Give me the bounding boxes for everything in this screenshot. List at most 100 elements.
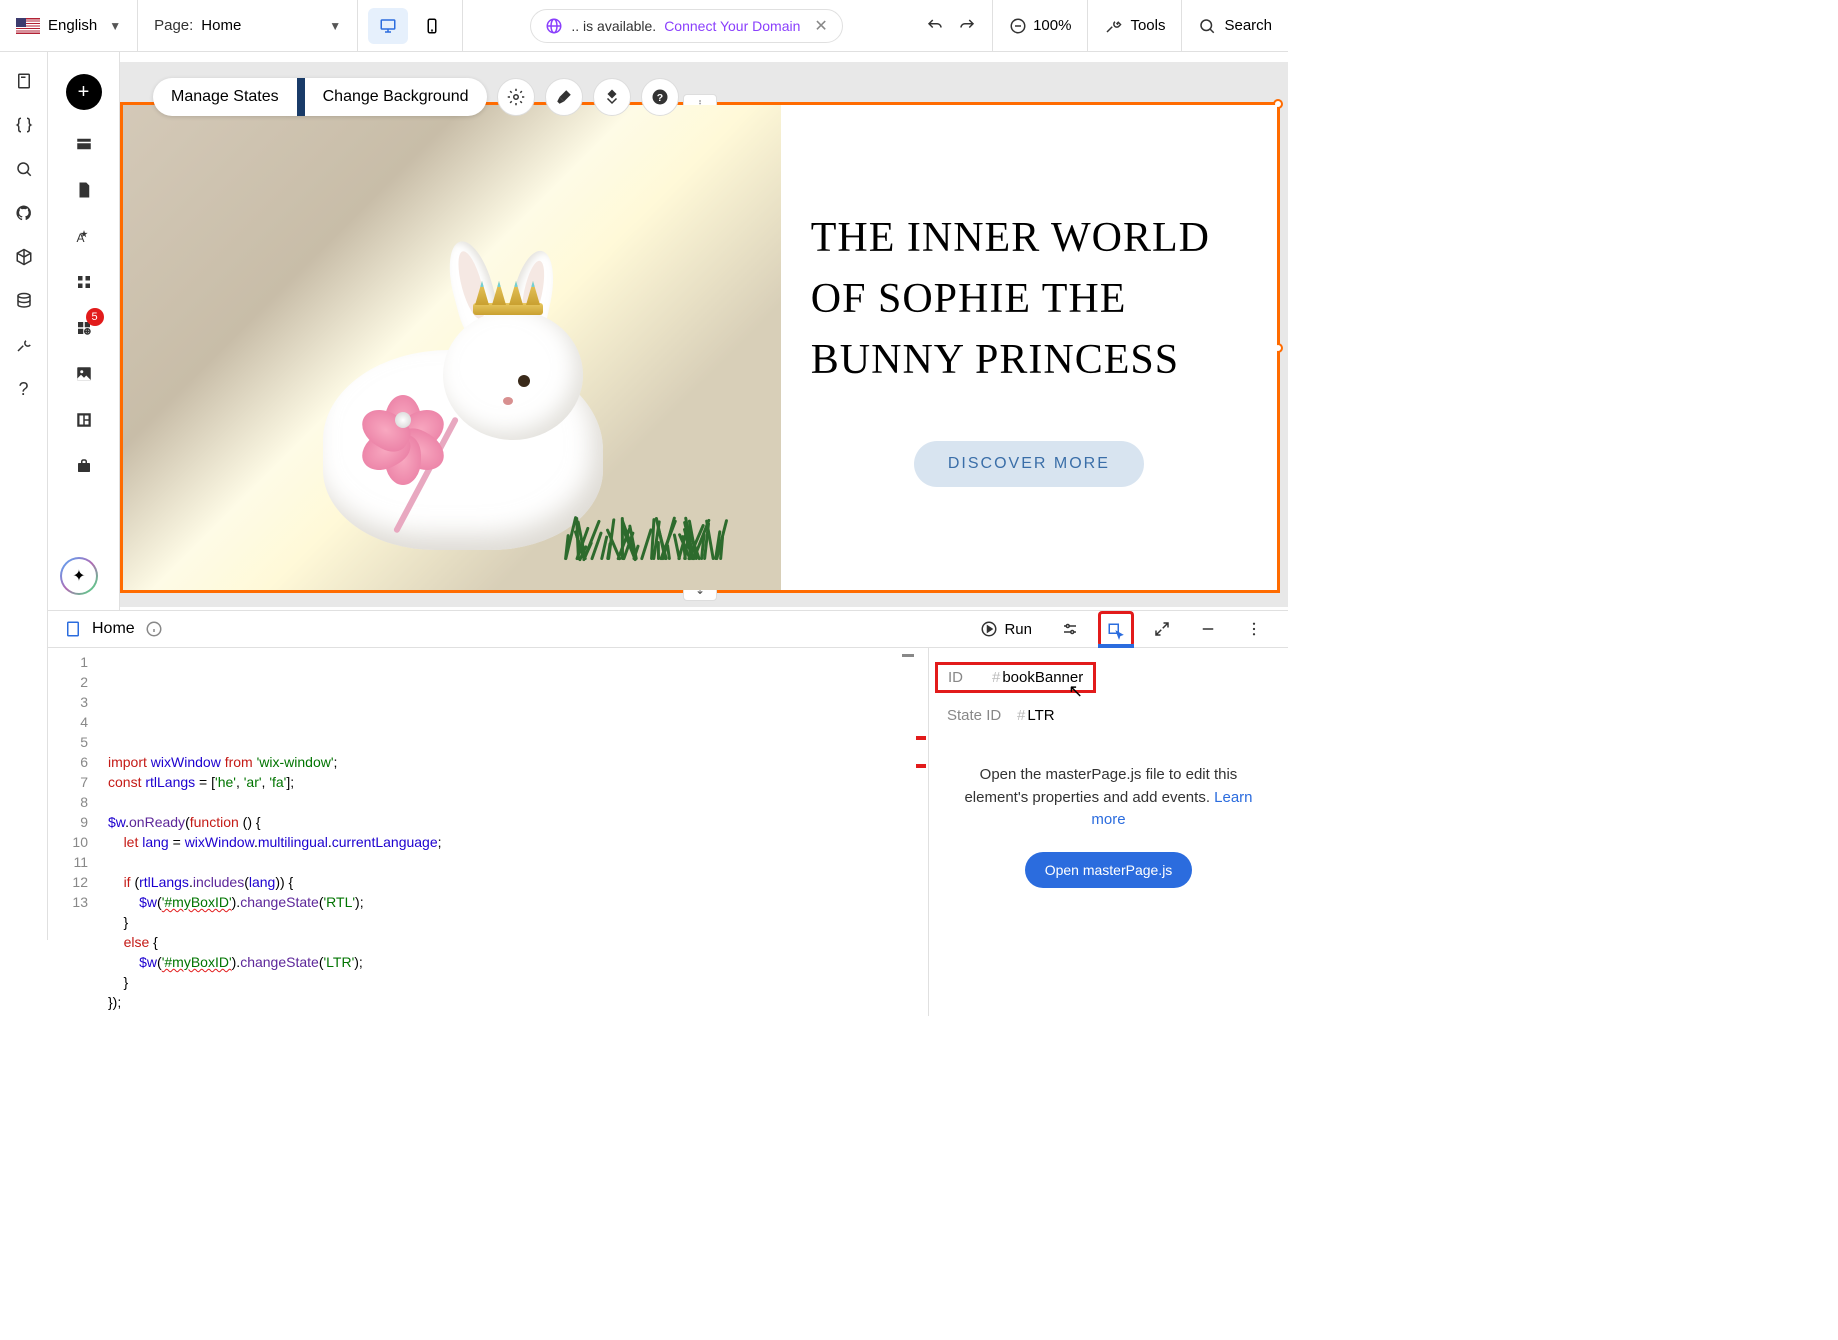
svg-text:?: ? [656,92,662,104]
states-pill-group: Manage States Change Background [153,78,487,116]
code-editor[interactable]: 12345678910111213 import wixWindow from … [48,648,928,1016]
code-content[interactable]: import wixWindow from 'wix-window';const… [98,648,928,1016]
plugins-icon[interactable]: 5 [72,316,96,340]
apps-icon[interactable] [72,270,96,294]
dev-rail: ? [0,52,48,940]
search-label: Search [1224,17,1272,34]
editor-canvas: Manage States Change Background ? ⇣ ⇣ TH… [120,62,1288,607]
globe-icon [545,17,563,35]
brush-icon [555,88,573,106]
properties-message: Open the masterPage.js file to edit this… [947,764,1270,832]
database-icon[interactable] [13,290,35,312]
zoom-out-icon [1009,17,1027,35]
business-icon[interactable] [72,454,96,478]
close-icon[interactable]: ✕ [814,16,827,36]
diamond-icon [603,88,621,106]
state-value[interactable]: #LTR [1017,707,1055,724]
code-braces-icon[interactable] [13,114,35,136]
discover-more-button[interactable]: DISCOVER MORE [914,441,1144,487]
chevron-down-icon: ▼ [109,19,121,33]
format-button[interactable] [1052,611,1088,647]
package-icon[interactable] [13,246,35,268]
book-banner[interactable]: THE INNER WORLD OF SOPHIE THE BUNNY PRIN… [123,105,1277,590]
play-icon [980,620,998,638]
code-panel: Home Run 12345678910111213 import wixWin… [48,610,1288,940]
id-field-highlight: ID #bookBanner ↖ [935,662,1096,693]
greens-decoration [563,510,733,560]
theme-icon[interactable]: A [72,224,96,248]
svg-text:A: A [76,231,84,245]
domain-notice: .. is available. Connect Your Domain ✕ [530,9,842,43]
design-button[interactable] [545,78,583,116]
domain-text: .. is available. [571,18,656,34]
sliders-icon [1061,620,1079,638]
ai-assistant-button[interactable]: ✦ [60,557,98,595]
desktop-view-button[interactable] [368,8,408,44]
more-vertical-icon [1245,620,1263,638]
run-label: Run [1004,621,1032,638]
page-icon[interactable] [72,178,96,202]
animation-button[interactable] [593,78,631,116]
properties-toggle[interactable] [1098,611,1134,647]
tools-rail-icon[interactable] [13,334,35,356]
undo-redo [910,0,993,51]
page-selector[interactable]: Page: Home ▼ [138,0,358,51]
minus-icon [1199,620,1217,638]
minimize-button[interactable] [1190,611,1226,647]
top-toolbar: English ▼ Page: Home ▼ .. is available. … [0,0,1288,52]
badge-count: 5 [86,308,104,326]
id-label: ID [948,669,978,686]
expand-button[interactable] [1144,611,1180,647]
tools-menu[interactable]: Tools [1088,0,1182,51]
element-toolbar: Manage States Change Background ? [153,78,679,116]
mobile-view-button[interactable] [412,8,452,44]
language-selector[interactable]: English ▼ [0,0,138,51]
flag-icon [16,18,40,34]
more-button[interactable] [1236,611,1272,647]
redo-icon[interactable] [958,17,976,35]
cursor-icon: ↖ [1068,681,1083,702]
search-rail-icon[interactable] [13,158,35,180]
help-icon[interactable]: ? [13,378,35,400]
wrench-icon [1104,17,1122,35]
inspect-icon [1107,622,1125,640]
language-label: English [48,17,97,34]
layout-icon[interactable] [72,408,96,432]
desktop-icon [379,17,397,35]
page-value: Home [201,17,241,34]
tools-label: Tools [1130,17,1165,34]
code-body: 12345678910111213 import wixWindow from … [48,648,1288,1016]
connect-domain-link[interactable]: Connect Your Domain [664,18,800,34]
search-icon [1198,17,1216,35]
info-icon[interactable] [145,620,163,638]
open-masterpage-button[interactable]: Open masterPage.js [1025,852,1193,888]
banner-text-area: THE INNER WORLD OF SOPHIE THE BUNNY PRIN… [781,105,1277,590]
device-toggle [358,0,463,51]
media-icon[interactable] [72,362,96,386]
section-icon[interactable] [72,132,96,156]
add-button[interactable]: + [66,74,102,110]
banner-title[interactable]: THE INNER WORLD OF SOPHIE THE BUNNY PRIN… [811,208,1247,391]
search-button[interactable]: Search [1182,0,1288,51]
file-icon [64,620,82,638]
manage-states-button[interactable]: Manage States [153,78,297,116]
chevron-down-icon: ▼ [329,19,341,33]
line-gutter: 12345678910111213 [48,648,98,1016]
expand-icon [1153,620,1171,638]
code-tab-label[interactable]: Home [92,620,135,638]
pages-icon[interactable] [13,70,35,92]
pill-divider [297,78,305,116]
github-icon[interactable] [13,202,35,224]
state-label: State ID [947,707,1003,724]
run-button[interactable]: Run [970,614,1042,644]
zoom-control[interactable]: 100% [993,0,1088,51]
zoom-value: 100% [1033,17,1071,34]
undo-icon[interactable] [926,17,944,35]
change-background-button[interactable]: Change Background [305,78,487,116]
help-toolbar-button[interactable]: ? [641,78,679,116]
settings-button[interactable] [497,78,535,116]
code-header: Home Run [48,611,1288,648]
editor-rail: + A 5 [48,52,120,612]
properties-panel: ID #bookBanner ↖ State ID #LTR Open the … [928,648,1288,1016]
page-label: Page: [154,17,193,34]
